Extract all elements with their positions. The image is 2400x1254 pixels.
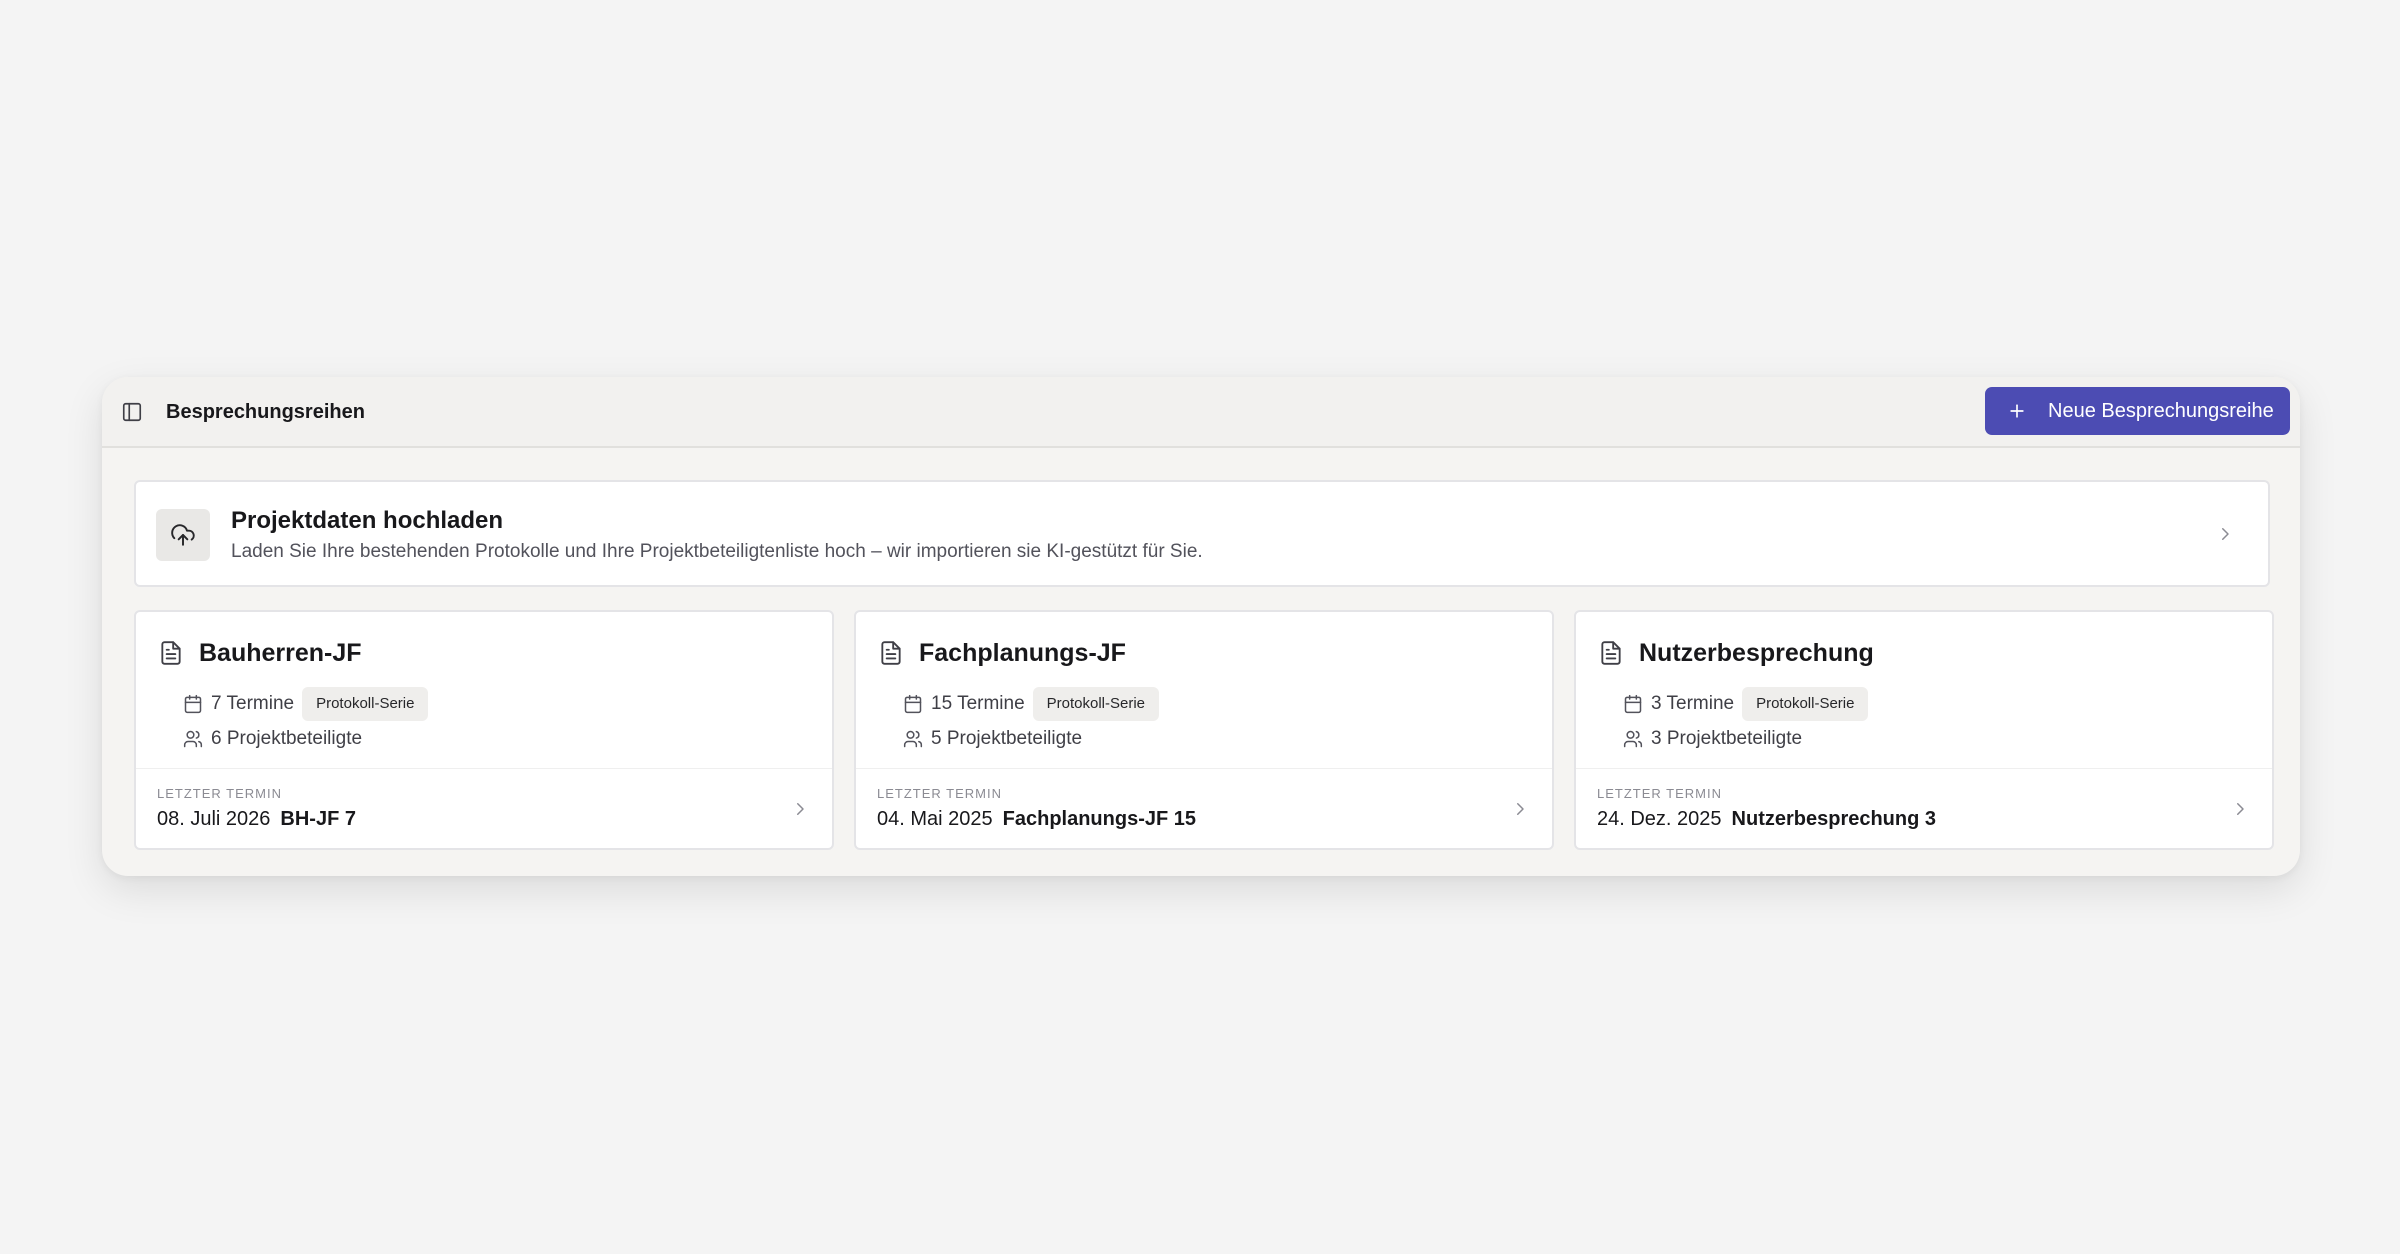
meeting-series-window: Besprechungsreihen Neue Besprechungsreih… xyxy=(102,377,2300,876)
new-series-button[interactable]: Neue Besprechungsreihe xyxy=(1985,387,2290,435)
last-meeting-label: LETZTER TERMIN xyxy=(1597,786,1722,801)
chevron-right-icon xyxy=(2237,803,2244,815)
chevron-right-icon xyxy=(1517,803,1524,815)
chevron-right-icon xyxy=(2222,528,2229,540)
series-termine: 3 Termine xyxy=(1651,693,1735,714)
file-text-icon xyxy=(161,641,181,665)
series-name: Bauherren-JF xyxy=(199,639,362,667)
file-text-icon xyxy=(1601,641,1621,665)
divider xyxy=(856,768,1552,769)
upload-title: Projektdaten hochladen xyxy=(231,507,504,534)
users-icon xyxy=(1623,730,1643,748)
calendar-icon xyxy=(904,694,922,714)
users-icon xyxy=(183,730,203,748)
series-badge: Protokoll-Serie xyxy=(1742,687,1869,721)
last-meeting-label: LETZTER TERMIN xyxy=(877,786,1002,801)
series-name: Nutzerbesprechung xyxy=(1639,639,1874,667)
last-meeting-name: BH-JF 7 xyxy=(280,808,356,830)
series-termine: 15 Termine xyxy=(931,693,1025,714)
divider xyxy=(1576,768,2272,769)
series-meta-beteiligte: 6 Projektbeteiligte xyxy=(183,726,362,752)
series-beteiligte: 3 Projektbeteiligte xyxy=(1651,728,1803,749)
new-series-button-label: Neue Besprechungsreihe xyxy=(2048,400,2274,422)
series-meta-termine: 15 Termine Protokoll-Serie xyxy=(903,687,1160,721)
upload-description: Laden Sie Ihre bestehenden Protokolle un… xyxy=(231,541,1203,562)
series-meta-termine: 7 Termine Protokoll-Serie xyxy=(183,687,429,721)
sidebar-panel-icon[interactable] xyxy=(121,401,143,423)
last-meeting-name: Fachplanungs-JF 15 xyxy=(1002,808,1197,830)
page-title: Besprechungsreihen xyxy=(166,401,365,423)
series-meta-beteiligte: 5 Projektbeteiligte xyxy=(903,726,1082,752)
calendar-icon xyxy=(184,694,202,714)
series-meta-beteiligte: 3 Projektbeteiligte xyxy=(1623,726,1802,752)
upload-project-data-card[interactable]: Projektdaten hochladen Laden Sie Ihre be… xyxy=(134,480,2270,587)
series-meta-termine: 3 Termine Protokoll-Serie xyxy=(1623,687,1869,721)
last-meeting: 24. Dez. 2025 Nutzerbesprechung 3 xyxy=(1597,807,1936,831)
last-meeting: 04. Mai 2025 Fachplanungs-JF 15 xyxy=(877,807,1196,831)
last-meeting-date: 08. Juli 2026 xyxy=(157,808,271,830)
series-beteiligte: 5 Projektbeteiligte xyxy=(931,728,1083,749)
series-card[interactable]: Bauherren-JF 7 Termine Protokoll-Serie 6… xyxy=(134,610,834,850)
file-text-icon xyxy=(881,641,901,665)
series-beteiligte: 6 Projektbeteiligte xyxy=(211,728,363,749)
calendar-icon xyxy=(1624,694,1642,714)
last-meeting-name: Nutzerbesprechung 3 xyxy=(1731,808,1937,830)
last-meeting-date: 04. Mai 2025 xyxy=(877,808,993,830)
last-meeting-date: 24. Dez. 2025 xyxy=(1597,808,1722,830)
last-meeting: 08. Juli 2026 BH-JF 7 xyxy=(157,807,356,831)
series-card[interactable]: Fachplanungs-JF 15 Termine Protokoll-Ser… xyxy=(854,610,1554,850)
series-name: Fachplanungs-JF xyxy=(919,639,1126,667)
chevron-right-icon xyxy=(797,803,804,815)
series-card[interactable]: Nutzerbesprechung 3 Termine Protokoll-Se… xyxy=(1574,610,2274,850)
divider xyxy=(136,768,832,769)
upload-icon-box xyxy=(156,509,210,561)
top-bar: Besprechungsreihen Neue Besprechungsreih… xyxy=(102,377,2300,448)
users-icon xyxy=(903,730,923,748)
series-termine: 7 Termine xyxy=(211,693,295,714)
last-meeting-label: LETZTER TERMIN xyxy=(157,786,282,801)
series-badge: Protokoll-Serie xyxy=(1032,687,1160,721)
series-badge: Protokoll-Serie xyxy=(302,687,429,721)
plus-icon xyxy=(2010,404,2024,418)
cloud-upload-icon xyxy=(171,524,195,546)
